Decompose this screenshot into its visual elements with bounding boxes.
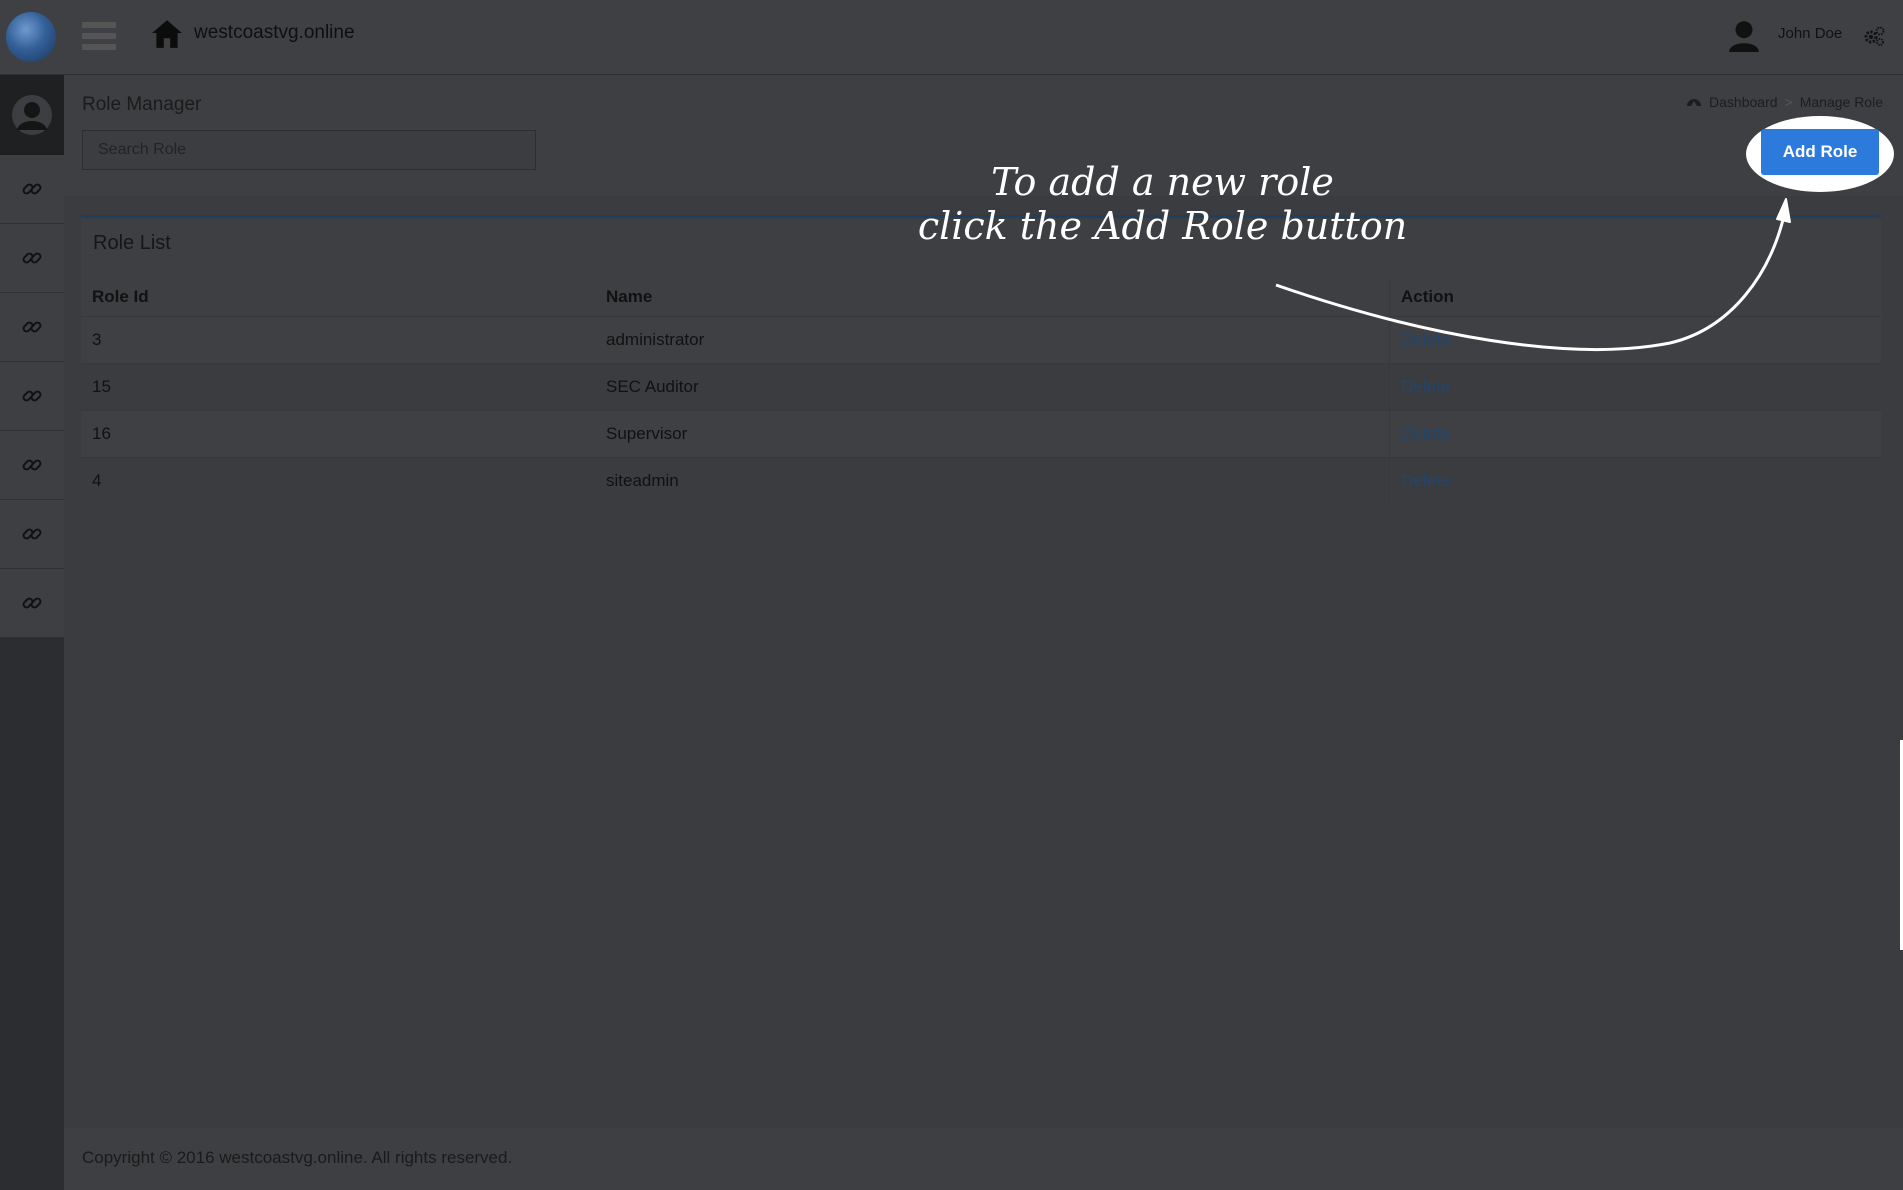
- site-name[interactable]: westcoastvg.online: [194, 22, 355, 44]
- user-avatar-icon[interactable]: [1727, 18, 1761, 52]
- sidebar-item-4[interactable]: [0, 362, 64, 431]
- sidebar-item-1[interactable]: [0, 155, 64, 224]
- role-id-cell: 15: [81, 363, 595, 411]
- sidebar-item-5[interactable]: [0, 431, 64, 500]
- home-icon[interactable]: [150, 17, 184, 51]
- link-icon: [22, 528, 42, 540]
- table-row: 16 Supervisor Delete: [81, 410, 1881, 458]
- breadcrumb-dashboard-link[interactable]: Dashboard: [1709, 94, 1778, 110]
- delete-role-link[interactable]: Delete: [1401, 471, 1450, 490]
- sidebar-item-2[interactable]: [0, 224, 64, 293]
- table-row: 15 SEC Auditor Delete: [81, 363, 1881, 411]
- role-id-cell: 3: [81, 316, 595, 364]
- role-name-cell: SEC Auditor: [595, 363, 1390, 411]
- sidebar-item-3[interactable]: [0, 293, 64, 362]
- profile-avatar-icon: [12, 95, 52, 135]
- annotation-arrow-icon: [1275, 198, 1791, 351]
- role-action-cell: Delete: [1389, 363, 1881, 411]
- globe-logo-icon[interactable]: [6, 12, 56, 62]
- sidebar-profile[interactable]: [0, 75, 64, 155]
- page-title: Role Manager: [82, 94, 202, 115]
- role-name-cell: siteadmin: [595, 457, 1390, 504]
- sidebar-item-7[interactable]: [0, 569, 64, 638]
- breadcrumb: Dashboard > Manage Role: [1686, 94, 1883, 110]
- link-icon: [22, 252, 42, 264]
- delete-role-link[interactable]: Delete: [1401, 424, 1450, 443]
- panel-title: Role List: [93, 232, 171, 254]
- footer: Copyright © 2016 westcoastvg.online. All…: [64, 1128, 1903, 1190]
- dashboard-icon: [1687, 99, 1702, 106]
- table-row: 4 siteadmin Delete: [81, 457, 1881, 504]
- link-icon: [22, 183, 42, 195]
- sidebar: [0, 75, 64, 1190]
- search-role-input[interactable]: [82, 130, 536, 170]
- link-icon: [22, 459, 42, 471]
- role-action-cell: Delete: [1389, 410, 1881, 458]
- role-id-cell: 4: [81, 457, 595, 504]
- user-name[interactable]: John Doe: [1778, 25, 1842, 42]
- copyright-text: Copyright © 2016 westcoastvg.online. All…: [82, 1148, 513, 1167]
- column-header-role-id[interactable]: Role Id: [81, 278, 595, 317]
- sidebar-item-6[interactable]: [0, 500, 64, 569]
- breadcrumb-current: Manage Role: [1799, 94, 1883, 110]
- add-role-button[interactable]: Add Role: [1761, 129, 1879, 175]
- top-bar: westcoastvg.online John Doe: [0, 0, 1903, 75]
- link-icon: [22, 390, 42, 402]
- settings-gear-icon[interactable]: [1862, 24, 1886, 48]
- role-name-cell: Supervisor: [595, 410, 1390, 458]
- role-id-cell: 16: [81, 410, 595, 458]
- link-icon: [22, 597, 42, 609]
- link-icon: [22, 321, 42, 333]
- role-action-cell: Delete: [1389, 457, 1881, 504]
- delete-role-link[interactable]: Delete: [1401, 377, 1450, 396]
- breadcrumb-separator: >: [1784, 94, 1793, 110]
- hamburger-menu-icon[interactable]: [82, 22, 116, 50]
